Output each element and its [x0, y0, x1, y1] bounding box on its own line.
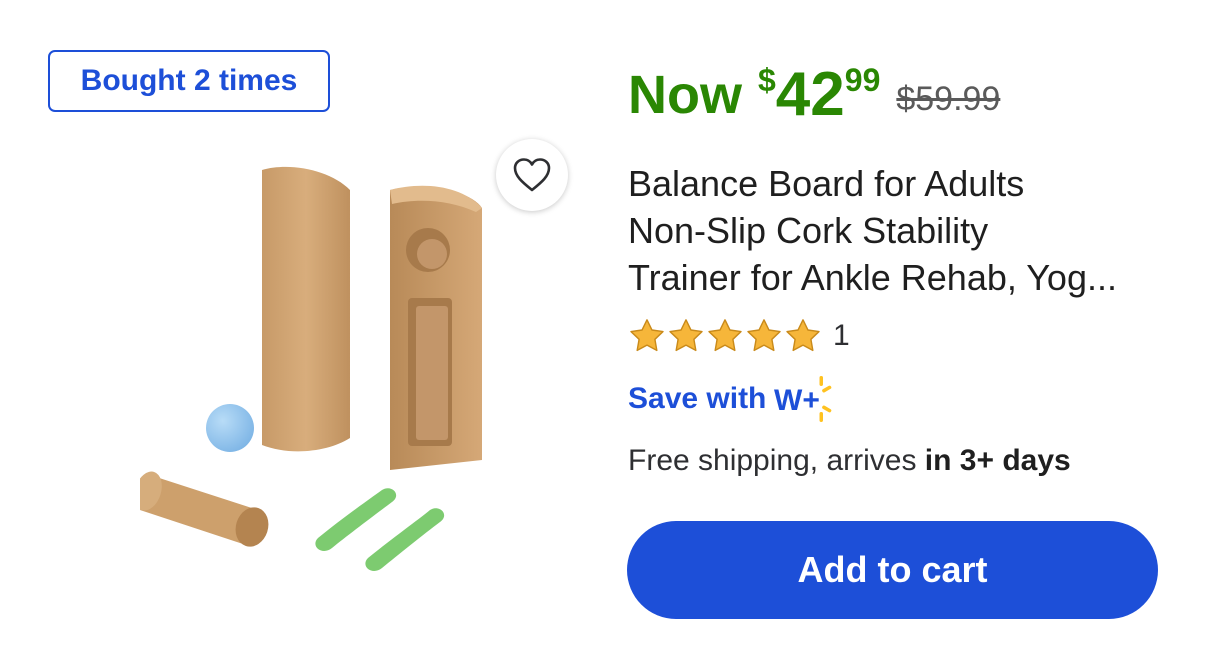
price-currency: $ — [758, 62, 776, 98]
star-icon — [786, 319, 820, 352]
logo-text: W+ — [774, 384, 820, 417]
product-title-line: Balance Board for Adults — [628, 163, 1025, 204]
star-icon — [708, 319, 742, 352]
heart-outline-icon — [513, 158, 551, 192]
add-to-cart-button[interactable]: Add to cart — [627, 521, 1158, 619]
delivery-estimate: in 3+ days — [924, 444, 1071, 477]
star-icon — [747, 319, 781, 352]
walmart-plus-link[interactable]: Save with W+ — [628, 372, 838, 426]
product-title[interactable]: Balance Board for Adults Non-Slip Cork S… — [628, 160, 1188, 301]
walmart-plus-logo: W+ — [774, 376, 832, 422]
product-title-line: Non-Slip Cork Stability — [628, 210, 989, 251]
product-image[interactable] — [140, 160, 500, 580]
star-icon — [630, 319, 664, 352]
price-now-label: Now — [628, 65, 742, 125]
original-price: $59.99 — [896, 80, 1001, 118]
current-price: $ 42 99 — [758, 58, 880, 132]
favorite-button[interactable] — [496, 139, 568, 211]
price-dollars: 42 — [775, 60, 845, 129]
purchase-history-badge: Bought 2 times — [48, 50, 330, 112]
shipping-text: Free shipping, arrives — [628, 444, 925, 477]
price-cents: 99 — [844, 62, 881, 98]
rating[interactable]: 1 — [628, 317, 850, 355]
product-title-line: Trainer for Ankle Rehab, Yog... — [628, 257, 1117, 298]
star-icon — [669, 319, 703, 352]
shipping-info: Free shipping, arrives in 3+ days — [628, 444, 1071, 478]
save-with-label: Save with — [628, 382, 767, 415]
badge-label: Bought 2 times — [80, 64, 298, 97]
review-count: 1 — [833, 319, 850, 352]
star-rating — [628, 317, 823, 355]
price-row: Now $ 42 99 $59.99 — [628, 58, 1000, 132]
